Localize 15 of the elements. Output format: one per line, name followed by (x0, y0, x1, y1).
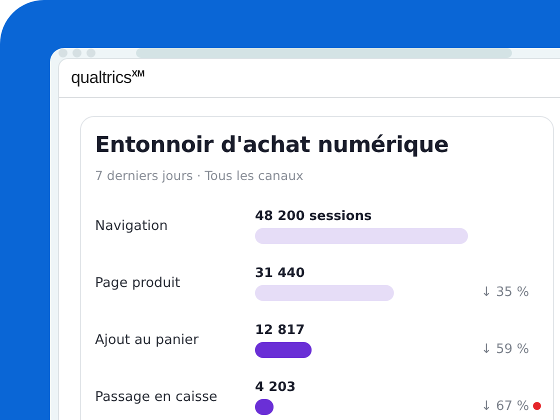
step-label: Page produit (95, 275, 182, 291)
card-subtitle: 7 derniers jours · Tous les canaux (95, 168, 304, 183)
step-value: 31 440 (255, 266, 306, 280)
drop-rate: ↓ 67 % (481, 398, 542, 414)
drop-rate: ↓ 59 % (481, 342, 530, 356)
step-value: 4 203 (255, 380, 297, 394)
card-title: Entonnoir d'achat numérique (95, 133, 450, 158)
logo: qualtrics$^{XM}$ (71, 68, 145, 88)
step-value: 48 200 sessions (255, 208, 373, 224)
step-label: Ajout au panier (95, 332, 200, 348)
address-bar[interactable] (136, 48, 512, 58)
step-label: Passage en caisse (95, 389, 218, 405)
step-label: Navigation (95, 218, 169, 234)
step-value: 12 817 (255, 322, 306, 338)
drop-rate: ↓ 35 % (481, 284, 530, 300)
